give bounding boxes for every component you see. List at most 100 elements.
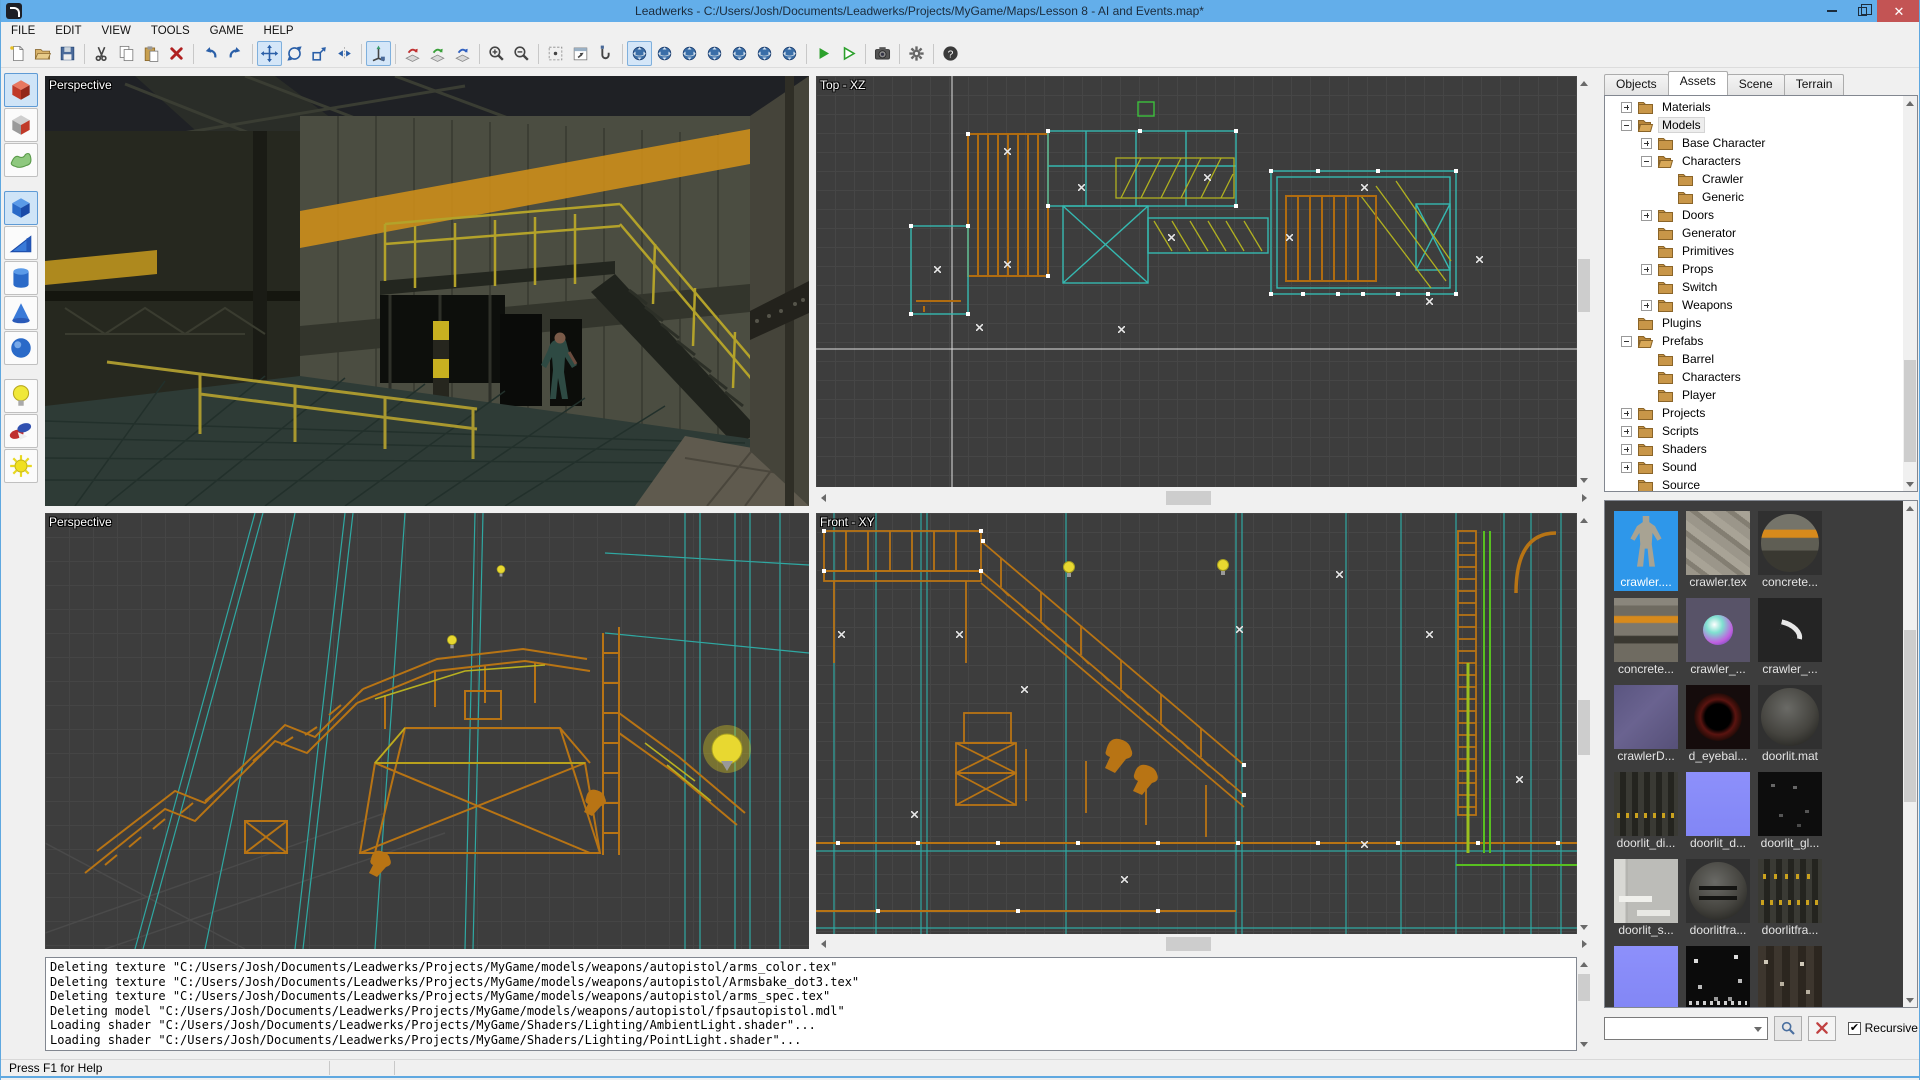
tree-expander[interactable] (1641, 156, 1652, 167)
panel-tab[interactable]: Terrain (1784, 74, 1845, 95)
paste-button[interactable] (139, 41, 164, 66)
scroll-down-arrow[interactable] (1903, 477, 1917, 491)
options-button[interactable] (904, 41, 929, 66)
tree-item[interactable]: Projects (1605, 404, 1903, 422)
asset-thumb[interactable]: crawler_... (1758, 598, 1822, 678)
new-file-button[interactable] (5, 41, 30, 66)
tree-expander[interactable] (1621, 462, 1632, 473)
viewport-top-xz[interactable]: Top - XZ (816, 76, 1577, 487)
asset-thumb[interactable]: d_eyebal... (1686, 685, 1750, 765)
thumbs-vscrollbar[interactable] (1903, 501, 1917, 1007)
asset-thumb[interactable]: doorlitfra... (1686, 859, 1750, 939)
open-file-button[interactable] (30, 41, 55, 66)
restore-button[interactable] (1847, 0, 1877, 22)
rotate-y-button[interactable] (425, 41, 450, 66)
screenshot-button[interactable] (870, 41, 895, 66)
view-left-button[interactable] (702, 41, 727, 66)
asset-thumb[interactable]: doorlitfra... (1686, 946, 1750, 1008)
tree-expander[interactable] (1621, 444, 1632, 455)
scroll-up-arrow[interactable] (1903, 96, 1917, 110)
tree-item[interactable]: Weapons (1605, 296, 1903, 314)
shift-tool-button[interactable] (332, 41, 357, 66)
tree-expander[interactable] (1621, 102, 1632, 113)
tree-item[interactable]: Generator (1605, 224, 1903, 242)
asset-thumb[interactable]: doorlit.mat (1758, 685, 1822, 765)
help-button[interactable] (938, 41, 963, 66)
tree-expander[interactable] (1641, 300, 1652, 311)
tree-expander[interactable] (1621, 336, 1632, 347)
tree-item[interactable]: Base Character (1605, 134, 1903, 152)
asset-thumb[interactable]: concrete... (1614, 598, 1678, 678)
search-button[interactable] (1774, 1016, 1802, 1041)
asset-thumb[interactable]: doorlit_gl... (1758, 772, 1822, 852)
tree-item[interactable]: Characters (1605, 368, 1903, 386)
tree-item[interactable]: Primitives (1605, 242, 1903, 260)
directional-light-tool[interactable] (4, 449, 38, 483)
tree-item[interactable]: Props (1605, 260, 1903, 278)
tree-expander[interactable] (1621, 120, 1632, 131)
view-back-button[interactable] (652, 41, 677, 66)
viewport-front-hscrollbar[interactable] (816, 936, 1591, 952)
cone-brush-tool[interactable] (4, 296, 38, 330)
save-button[interactable] (55, 41, 80, 66)
panel-tab[interactable]: Assets (1668, 71, 1728, 95)
menu-item[interactable]: EDIT (45, 25, 91, 37)
wedge-brush-tool[interactable] (4, 226, 38, 260)
viewport-front-vscrollbar[interactable] (1577, 513, 1591, 934)
clear-search-button[interactable] (1808, 1016, 1836, 1041)
viewport-perspective-rendered[interactable]: Perspective (45, 76, 809, 506)
point-light-tool[interactable] (4, 379, 38, 413)
tree-expander[interactable] (1641, 210, 1652, 221)
cylinder-brush-tool[interactable] (4, 261, 38, 295)
sphere-brush-tool[interactable] (4, 331, 38, 365)
asset-thumb[interactable]: concrete... (1758, 511, 1822, 591)
asset-thumb[interactable]: doorlit_s... (1614, 859, 1678, 939)
view-front-button[interactable] (677, 41, 702, 66)
menu-item[interactable]: FILE (1, 25, 45, 37)
csg-texture-tool[interactable] (4, 108, 38, 142)
tree-item[interactable]: Generic (1605, 188, 1903, 206)
tree-item[interactable]: Barrel (1605, 350, 1903, 368)
panel-tab[interactable]: Objects (1604, 74, 1669, 95)
delete-button[interactable] (164, 41, 189, 66)
asset-thumb[interactable]: doorlitfra... (1758, 946, 1822, 1008)
title-bar[interactable]: Leadwerks - C:/Users/Josh/Documents/Lead… (1, 0, 1920, 22)
asset-thumb[interactable]: doorlitfra... (1614, 946, 1678, 1008)
console-log[interactable]: Deleting texture "C:/Users/Josh/Document… (45, 957, 1577, 1051)
scroll-track[interactable] (830, 936, 1577, 952)
tree-item[interactable]: Plugins (1605, 314, 1903, 332)
emitter-tool[interactable] (4, 414, 38, 448)
copy-button[interactable] (114, 41, 139, 66)
gizmo-toggle-button[interactable] (366, 41, 391, 66)
tree-item[interactable]: Models (1605, 116, 1903, 134)
scroll-right-arrow[interactable] (1577, 490, 1591, 506)
menu-item[interactable]: HELP (254, 25, 304, 37)
view-bottom-button[interactable] (777, 41, 802, 66)
view-right-button[interactable] (727, 41, 752, 66)
scale-tool-button[interactable] (307, 41, 332, 66)
asset-thumb[interactable]: doorlit_d... (1686, 772, 1750, 852)
asset-thumb[interactable]: crawler_... (1686, 598, 1750, 678)
scroll-track[interactable] (830, 490, 1577, 506)
asset-thumb[interactable]: doorlit_di... (1614, 772, 1678, 852)
scroll-right-arrow[interactable] (1577, 936, 1591, 952)
recursive-checkbox[interactable]: ✔ (1848, 1022, 1860, 1035)
scroll-down-arrow[interactable] (1577, 920, 1591, 934)
terrain-tool[interactable] (4, 143, 38, 177)
tree-expander[interactable] (1641, 264, 1652, 275)
menu-item[interactable]: VIEW (92, 25, 141, 37)
tree-item[interactable]: Characters (1605, 152, 1903, 170)
asset-thumb[interactable]: doorlitfra... (1758, 859, 1822, 939)
run-game-button[interactable] (811, 41, 836, 66)
asset-filter-combobox[interactable] (1604, 1017, 1768, 1040)
box-brush-tool[interactable] (4, 191, 38, 225)
pick-tool-button[interactable] (593, 41, 618, 66)
viewport-top-vscrollbar[interactable] (1577, 76, 1591, 487)
combo-arrow-icon[interactable] (1754, 1027, 1762, 1032)
scroll-down-arrow[interactable] (1577, 473, 1591, 487)
viewport-top-hscrollbar[interactable] (816, 490, 1591, 506)
viewport-front-xy[interactable]: Front - XY (816, 513, 1577, 934)
asset-thumb[interactable]: crawler.tex (1686, 511, 1750, 591)
panel-tab[interactable]: Scene (1727, 74, 1785, 95)
tree-item[interactable]: Doors (1605, 206, 1903, 224)
